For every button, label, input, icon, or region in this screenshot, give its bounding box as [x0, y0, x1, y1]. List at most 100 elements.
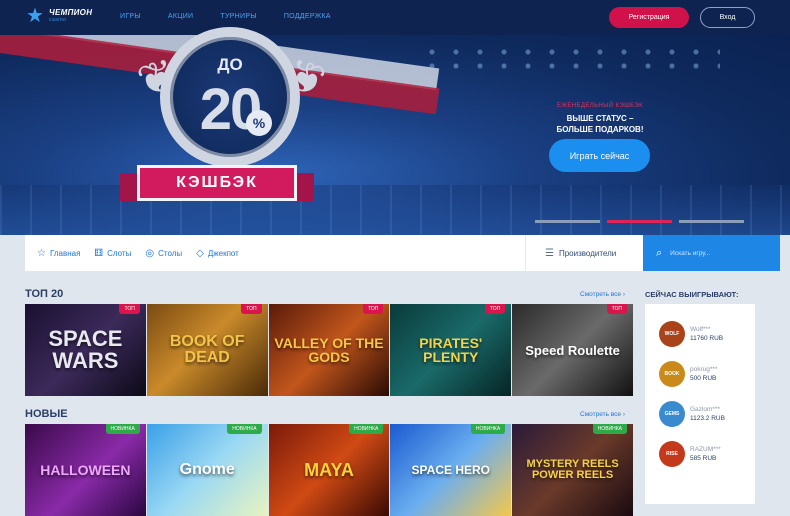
winners-title: СЕЙЧАС ВЫИГРЫВАЮТ: — [645, 290, 739, 299]
promo-subtitle: ЕЖЕНЕДЕЛЬНЫЙ КЭШБЭК — [556, 103, 644, 109]
filter-slots-label: Слоты — [107, 248, 132, 258]
winner-name: pokrug*** — [690, 366, 718, 373]
promo-title-line-2: БОЛЬШЕ ПОДАРКОВ! — [556, 124, 644, 134]
new-badge: НОВИНКА — [592, 424, 627, 434]
search-input[interactable] — [670, 249, 761, 257]
new-badge: НОВИНКА — [470, 424, 506, 434]
new-see-all-link[interactable]: Смотреть все › — [580, 411, 625, 418]
new-section-title: НОВЫЕ — [25, 408, 68, 420]
winners-panel: СЕЙЧАС ВЫИГРЫВАЮТ: WOLF Wolf*** 11760 RU… — [645, 288, 755, 504]
login-button[interactable]: Вход — [700, 7, 755, 28]
new-badge: НОВИНКА — [227, 424, 262, 434]
winner-item[interactable]: RISE RAZUM*** 585 RUB — [659, 434, 755, 474]
promo-title: ВЫШЕ СТАТУС – БОЛЬШЕ ПОДАРКОВ! — [540, 114, 660, 136]
filter-jackpot-label: Джекпот — [207, 248, 239, 258]
filter-jackpot[interactable]: ◇ Джекпот — [196, 248, 239, 259]
logo-title: ЧЕМПИОН — [49, 8, 93, 17]
top-badge: ТОП — [484, 304, 506, 314]
game-title: PIRATES' PLENTY — [419, 335, 483, 365]
winner-game-thumb: RISE — [659, 441, 685, 467]
logo[interactable]: ЧЕМПИОН casino — [26, 6, 92, 26]
top-badge: ТОП — [119, 304, 140, 314]
nav-tournaments[interactable]: ТУРНИРЫ — [220, 13, 256, 20]
star-logo-icon — [26, 6, 46, 26]
nav-promotions[interactable]: АКЦИИ — [168, 13, 194, 20]
providers-dropdown[interactable]: ☰ Производители — [525, 235, 643, 271]
slider-pagination — [535, 220, 744, 223]
sliders-icon: ☰ — [545, 247, 554, 259]
filter-tables-label: Столы — [158, 248, 183, 258]
filter-slots[interactable]: ⚅ Слоты — [94, 248, 131, 259]
winner-amount: 585 RUB — [690, 455, 717, 462]
winner-name: Gazlom*** — [690, 406, 720, 413]
winner-name: Wolf*** — [690, 326, 711, 333]
filter-home[interactable]: ☆ Главная — [37, 248, 80, 259]
game-title: VALLEY OF THE GODS — [274, 335, 384, 365]
game-title: SPACE HERO — [411, 463, 491, 477]
top-header: ЧЕМПИОН casino ИГРЫ АКЦИИ ТУРНИРЫ ПОДДЕР… — [0, 0, 790, 35]
search-box: ⌕ — [643, 235, 780, 271]
filter-tables[interactable]: ◎ Столы — [145, 248, 182, 259]
game-tile[interactable]: HALLOWEEN НОВИНКА — [25, 424, 146, 516]
nav-support[interactable]: ПОДДЕРЖКА — [284, 13, 331, 20]
game-tile[interactable]: Speed Roulette ТОП — [512, 304, 633, 396]
top-badge: ТОП — [606, 304, 627, 314]
winner-game-thumb: GEMS — [659, 401, 685, 427]
new-badge: НОВИНКА — [349, 424, 384, 434]
game-tile[interactable]: Gnome НОВИНКА — [146, 424, 268, 516]
new-games-row: HALLOWEEN НОВИНКА Gnome НОВИНКА MAYA НОВ… — [25, 424, 633, 516]
slide-dot-1[interactable] — [535, 220, 600, 223]
game-tile[interactable]: SPACE HERO НОВИНКА — [390, 424, 512, 516]
logo-subtitle: casino — [49, 17, 67, 23]
game-tile[interactable]: MAYA НОВИНКА — [268, 424, 390, 516]
new-badge: НОВИНКА — [105, 424, 140, 434]
winner-amount: 500 RUB — [690, 375, 717, 382]
winner-item[interactable]: WOLF Wolf*** 11760 RUB — [659, 314, 755, 354]
game-tile[interactable]: BOOK OF DEAD ТОП — [146, 304, 268, 396]
main-nav: ИГРЫ АКЦИИ ТУРНИРЫ ПОДДЕРЖКА — [120, 13, 358, 20]
game-tile[interactable]: MYSTERY REELS POWER REELS НОВИНКА — [512, 424, 633, 516]
game-title: MYSTERY REELS POWER REELS — [526, 458, 619, 481]
diamond-icon: ◇ — [196, 247, 204, 259]
badge-percent: % — [246, 110, 272, 136]
chips-icon: ◎ — [145, 247, 155, 259]
badge-number: 20 — [199, 77, 263, 142]
dice-icon: ⚅ — [94, 247, 104, 259]
top-section-title: ТОП 20 — [25, 288, 64, 300]
star-icon: ☆ — [37, 247, 46, 259]
winner-game-thumb: BOOK — [659, 361, 685, 387]
slide-dot-2[interactable] — [607, 220, 672, 223]
winner-item[interactable]: BOOK pokrug*** 500 RUB — [659, 354, 755, 394]
badge-prefix: ДО — [217, 55, 243, 74]
top-games-row: SPACE WARS ТОП BOOK OF DEAD ТОП VALLEY O… — [25, 304, 633, 396]
winner-game-thumb: WOLF — [659, 321, 685, 347]
nav-games[interactable]: ИГРЫ — [120, 13, 141, 20]
banner-content: ❦ ❦ ДО 20 % КЭШБЭК ЕЖЕНЕДЕЛЬНЫЙ КЭШБЭК В… — [0, 27, 790, 235]
game-title: MAYA — [304, 460, 354, 480]
game-tile[interactable]: PIRATES' PLENTY ТОП — [390, 304, 512, 396]
game-title: Gnome — [179, 461, 235, 478]
top-badge: ТОП — [241, 304, 262, 314]
register-button[interactable]: Регистрация — [609, 7, 689, 28]
providers-label: Производители — [558, 248, 617, 258]
winner-item[interactable]: GEMS Gazlom*** 1123.2 RUB — [659, 394, 755, 434]
winner-amount: 1123.2 RUB — [690, 415, 725, 422]
game-title: HALLOWEEN — [40, 462, 131, 478]
promo-title-line-1: ВЫШЕ СТАТУС – — [566, 114, 634, 123]
winner-amount: 11760 RUB — [690, 335, 724, 342]
top-badge: ТОП — [363, 304, 384, 314]
filter-home-label: Главная — [49, 248, 81, 258]
top-see-all-link[interactable]: Смотреть все › — [580, 291, 625, 298]
slide-dot-3[interactable] — [679, 220, 744, 223]
game-filter-bar: ☆ Главная ⚅ Слоты ◎ Столы ◇ Джекпот ☰ Пр… — [25, 235, 780, 271]
game-title: SPACE WARS — [48, 326, 123, 373]
search-icon[interactable]: ⌕ — [656, 247, 662, 260]
cashback-ribbon: КЭШБЭК — [137, 165, 297, 201]
game-title: BOOK OF DEAD — [169, 333, 245, 366]
winners-list: WOLF Wolf*** 11760 RUB BOOK pokrug*** 50… — [645, 304, 755, 504]
game-tile[interactable]: SPACE WARS ТОП — [25, 304, 146, 396]
winner-name: RAZUM*** — [690, 446, 721, 453]
play-now-button[interactable]: Играть сейчас — [549, 139, 650, 172]
game-title: Speed Roulette — [525, 342, 620, 358]
game-tile[interactable]: VALLEY OF THE GODS ТОП — [268, 304, 390, 396]
